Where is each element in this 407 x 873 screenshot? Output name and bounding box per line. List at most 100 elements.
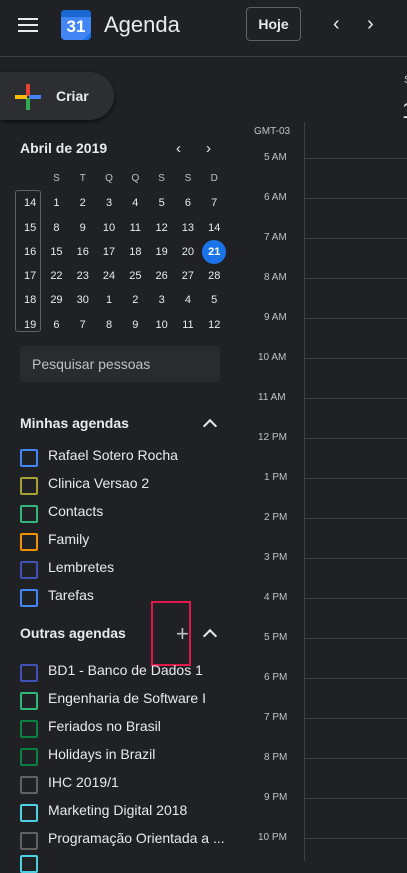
mini-calendar-day[interactable]: 18 bbox=[122, 240, 148, 264]
hour-gridline[interactable] bbox=[304, 558, 407, 559]
mini-calendar-day[interactable]: 13 bbox=[175, 216, 201, 240]
mini-calendar-day[interactable]: 10 bbox=[148, 313, 174, 337]
mini-calendar-day[interactable]: 7 bbox=[201, 191, 227, 215]
calendar-logo-icon[interactable]: 31 bbox=[61, 10, 91, 40]
mini-calendar-day[interactable]: 7 bbox=[70, 313, 96, 337]
mini-calendar-day[interactable]: 1 bbox=[96, 288, 122, 312]
mini-calendar-day[interactable]: 20 bbox=[175, 240, 201, 264]
mini-calendar-day[interactable]: 26 bbox=[148, 264, 174, 288]
week-number[interactable]: 18 bbox=[17, 288, 43, 312]
calendar-checkbox[interactable] bbox=[20, 720, 38, 738]
mini-calendar-day[interactable]: 10 bbox=[96, 216, 122, 240]
calendar-item[interactable]: Marketing Digital 2018 bbox=[20, 801, 230, 825]
mini-calendar-day[interactable]: 9 bbox=[70, 216, 96, 240]
mini-calendar-day[interactable]: 24 bbox=[96, 264, 122, 288]
mini-calendar-day[interactable]: 4 bbox=[122, 191, 148, 215]
mini-calendar-day[interactable]: 17 bbox=[96, 240, 122, 264]
week-number[interactable]: 17 bbox=[17, 264, 43, 288]
main-menu-icon[interactable] bbox=[18, 18, 38, 32]
mini-calendar-day[interactable]: 11 bbox=[175, 313, 201, 337]
mini-calendar-day[interactable]: 3 bbox=[96, 191, 122, 215]
mini-calendar-day[interactable]: 19 bbox=[148, 240, 174, 264]
mini-calendar-day[interactable]: 12 bbox=[148, 216, 174, 240]
calendar-item[interactable]: Tarefas bbox=[20, 586, 230, 610]
mini-calendar-day[interactable]: 11 bbox=[122, 216, 148, 240]
mini-calendar-day[interactable]: 9 bbox=[122, 313, 148, 337]
mini-calendar-day[interactable]: 25 bbox=[122, 264, 148, 288]
calendar-checkbox[interactable] bbox=[20, 561, 38, 579]
mini-calendar-day[interactable]: 15 bbox=[43, 240, 69, 264]
hour-gridline[interactable] bbox=[304, 678, 407, 679]
mini-calendar-day[interactable]: 29 bbox=[43, 288, 69, 312]
mini-calendar-day[interactable]: 6 bbox=[43, 313, 69, 337]
mini-calendar-day[interactable]: 28 bbox=[201, 264, 227, 288]
calendar-item[interactable]: BD1 - Banco de Dados 1 bbox=[20, 661, 230, 685]
calendar-checkbox[interactable] bbox=[20, 477, 38, 495]
next-period-button[interactable]: › bbox=[367, 14, 374, 34]
my-calendars-title[interactable]: Minhas agendas bbox=[20, 415, 129, 431]
calendar-checkbox[interactable] bbox=[20, 776, 38, 794]
hour-gridline[interactable] bbox=[304, 278, 407, 279]
mini-calendar-day[interactable]: 4 bbox=[175, 288, 201, 312]
week-number[interactable]: 14 bbox=[17, 191, 43, 215]
mini-calendar-day[interactable]: 8 bbox=[43, 216, 69, 240]
mini-calendar-day[interactable]: 27 bbox=[175, 264, 201, 288]
chevron-up-icon[interactable] bbox=[202, 418, 218, 434]
calendar-checkbox[interactable] bbox=[20, 449, 38, 467]
mini-calendar-day[interactable]: 6 bbox=[175, 191, 201, 215]
calendar-checkbox[interactable] bbox=[20, 804, 38, 822]
calendar-item[interactable]: Engenharia de Software I bbox=[20, 689, 230, 713]
mini-calendar-day[interactable]: 5 bbox=[201, 288, 227, 312]
mini-calendar-day[interactable]: 2 bbox=[70, 191, 96, 215]
search-people-field[interactable] bbox=[20, 346, 220, 382]
calendar-checkbox[interactable] bbox=[20, 533, 38, 551]
calendar-checkbox[interactable] bbox=[20, 505, 38, 523]
hour-gridline[interactable] bbox=[304, 358, 407, 359]
week-number[interactable]: 15 bbox=[17, 216, 43, 240]
calendar-item[interactable]: Contacts bbox=[20, 502, 230, 526]
today-button[interactable]: Hoje bbox=[246, 7, 301, 41]
mini-calendar-prev-button[interactable]: ‹ bbox=[176, 140, 181, 157]
mini-calendar-day[interactable]: 30 bbox=[70, 288, 96, 312]
hour-gridline[interactable] bbox=[304, 478, 407, 479]
search-people-input[interactable] bbox=[20, 346, 220, 382]
mini-calendar-today[interactable]: 21 bbox=[201, 239, 227, 264]
hour-gridline[interactable] bbox=[304, 518, 407, 519]
chevron-up-icon[interactable] bbox=[202, 628, 218, 644]
week-number[interactable]: 16 bbox=[17, 240, 43, 264]
mini-calendar-day[interactable]: 22 bbox=[43, 264, 69, 288]
calendar-checkbox[interactable] bbox=[20, 692, 38, 710]
mini-calendar-day[interactable]: 2 bbox=[122, 288, 148, 312]
hour-gridline[interactable] bbox=[304, 638, 407, 639]
add-calendar-icon[interactable]: + bbox=[176, 623, 189, 645]
hour-gridline[interactable] bbox=[304, 158, 407, 159]
calendar-checkbox[interactable] bbox=[20, 832, 38, 850]
hour-gridline[interactable] bbox=[304, 238, 407, 239]
hour-gridline[interactable] bbox=[304, 198, 407, 199]
mini-calendar-day[interactable]: 1 bbox=[43, 191, 69, 215]
hour-gridline[interactable] bbox=[304, 758, 407, 759]
mini-calendar-day[interactable]: 23 bbox=[70, 264, 96, 288]
hour-gridline[interactable] bbox=[304, 598, 407, 599]
create-button[interactable]: Criar bbox=[0, 72, 114, 120]
mini-calendar-day[interactable]: 12 bbox=[201, 313, 227, 337]
previous-period-button[interactable]: ‹ bbox=[333, 14, 340, 34]
other-calendars-title[interactable]: Outras agendas bbox=[20, 625, 126, 641]
day-number[interactable]: 1 bbox=[402, 98, 407, 124]
mini-calendar-day[interactable]: 3 bbox=[148, 288, 174, 312]
mini-calendar-day[interactable]: 16 bbox=[70, 240, 96, 264]
mini-calendar-next-button[interactable]: › bbox=[206, 140, 211, 157]
calendar-checkbox[interactable] bbox=[20, 664, 38, 682]
calendar-item[interactable]: Clinica Versao 2 bbox=[20, 474, 230, 498]
mini-calendar-day[interactable]: 8 bbox=[96, 313, 122, 337]
hour-gridline[interactable] bbox=[304, 798, 407, 799]
hour-gridline[interactable] bbox=[304, 838, 407, 839]
mini-calendar-day[interactable]: 5 bbox=[148, 191, 174, 215]
calendar-item[interactable]: IHC 2019/1 bbox=[20, 773, 230, 797]
calendar-item[interactable]: Lembretes bbox=[20, 558, 230, 582]
mini-calendar-day[interactable]: 14 bbox=[201, 216, 227, 240]
calendar-item[interactable]: Rafael Sotero Rocha bbox=[20, 446, 230, 470]
calendar-item[interactable]: Programação Orientada a ... bbox=[20, 829, 230, 853]
hour-gridline[interactable] bbox=[304, 398, 407, 399]
hour-gridline[interactable] bbox=[304, 438, 407, 439]
